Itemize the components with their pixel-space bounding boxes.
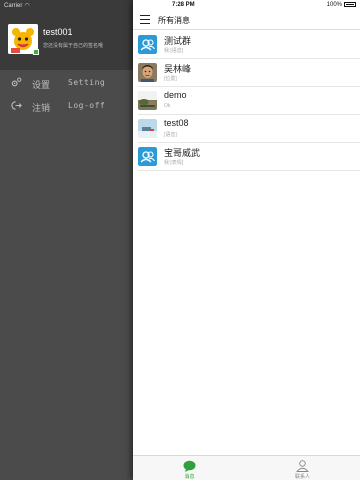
conversation-preview: Ok [164,103,171,109]
landscape-avatar-icon [138,91,157,110]
hamburger-menu-icon[interactable] [140,15,150,24]
conversation-name: 宝哥威武 [164,148,201,158]
wifi-icon: ◠ [24,3,30,9]
gear-icon [11,77,22,88]
side-drawer: test001 您还没有属于自己的签名哦 设置 Setting 注销 Log-o… [0,0,133,480]
conversation-list: 测试群 我:[语音] 吴林峰 [位置] demo Ok test08 [语音] … [133,31,360,171]
clock: 7:28 PM [172,2,195,8]
tab-messages[interactable]: 消息 [133,456,246,480]
profile-username: test001 [43,27,73,37]
list-item[interactable]: 吴林峰 [位置] [138,59,360,87]
list-item[interactable]: demo Ok [138,87,360,115]
conversation-preview: 我:[表情] [164,160,184,166]
tab-bar: 消息 联系人 [133,455,360,480]
list-item[interactable]: 宝哥威武 我:[表情] [138,143,360,171]
page-title: 所有消息 [158,16,190,25]
menu-item-settings[interactable]: 设置 Setting [0,72,133,94]
menu-item-label: 设置 [32,80,51,90]
conversation-preview: [语音] [164,132,177,138]
menu-item-logoff[interactable]: 注销 Log-off [0,95,133,117]
conversation-name: demo [164,90,187,100]
list-item[interactable]: test08 [语音] [138,115,360,143]
contact-person-icon [296,459,309,472]
list-item[interactable]: 测试群 我:[语音] [138,31,360,59]
navigation-bar: 所有消息 [133,10,360,30]
menu-item-label-en: Log-off [68,101,106,110]
sky-avatar-icon [138,119,157,138]
tab-contacts[interactable]: 联系人 [246,456,359,480]
battery-icon [344,2,356,7]
conversation-name: test08 [164,118,189,128]
carrier-label: Carrier ◠ [4,3,30,9]
menu-item-label: 注销 [32,103,51,113]
main-panel: 所有消息 测试群 我:[语音] 吴林峰 [位置] demo Ok test08 … [133,0,360,480]
conversation-name: 测试群 [164,36,192,46]
status-bar: Carrier ◠ 7:28 PM 100% [0,0,360,10]
menu-item-label-en: Setting [68,78,106,87]
profile-signature: 您还没有属于自己的签名哦 [43,43,104,49]
conversation-name: 吴林峰 [164,64,192,74]
person-photo-avatar-icon [138,63,157,82]
conversation-preview: 我:[语音] [164,48,184,54]
online-status-icon [33,49,39,55]
conversation-preview: [位置] [164,76,177,82]
group-avatar-icon [138,35,157,54]
tab-label: 联系人 [294,474,310,480]
group-avatar-icon [138,147,157,166]
profile-header[interactable]: test001 您还没有属于自己的签名哦 [0,0,133,70]
battery-indicator: 100% [327,2,356,8]
chat-bubble-icon [183,459,196,472]
tab-label: 消息 [184,474,195,480]
logout-icon [11,100,22,111]
